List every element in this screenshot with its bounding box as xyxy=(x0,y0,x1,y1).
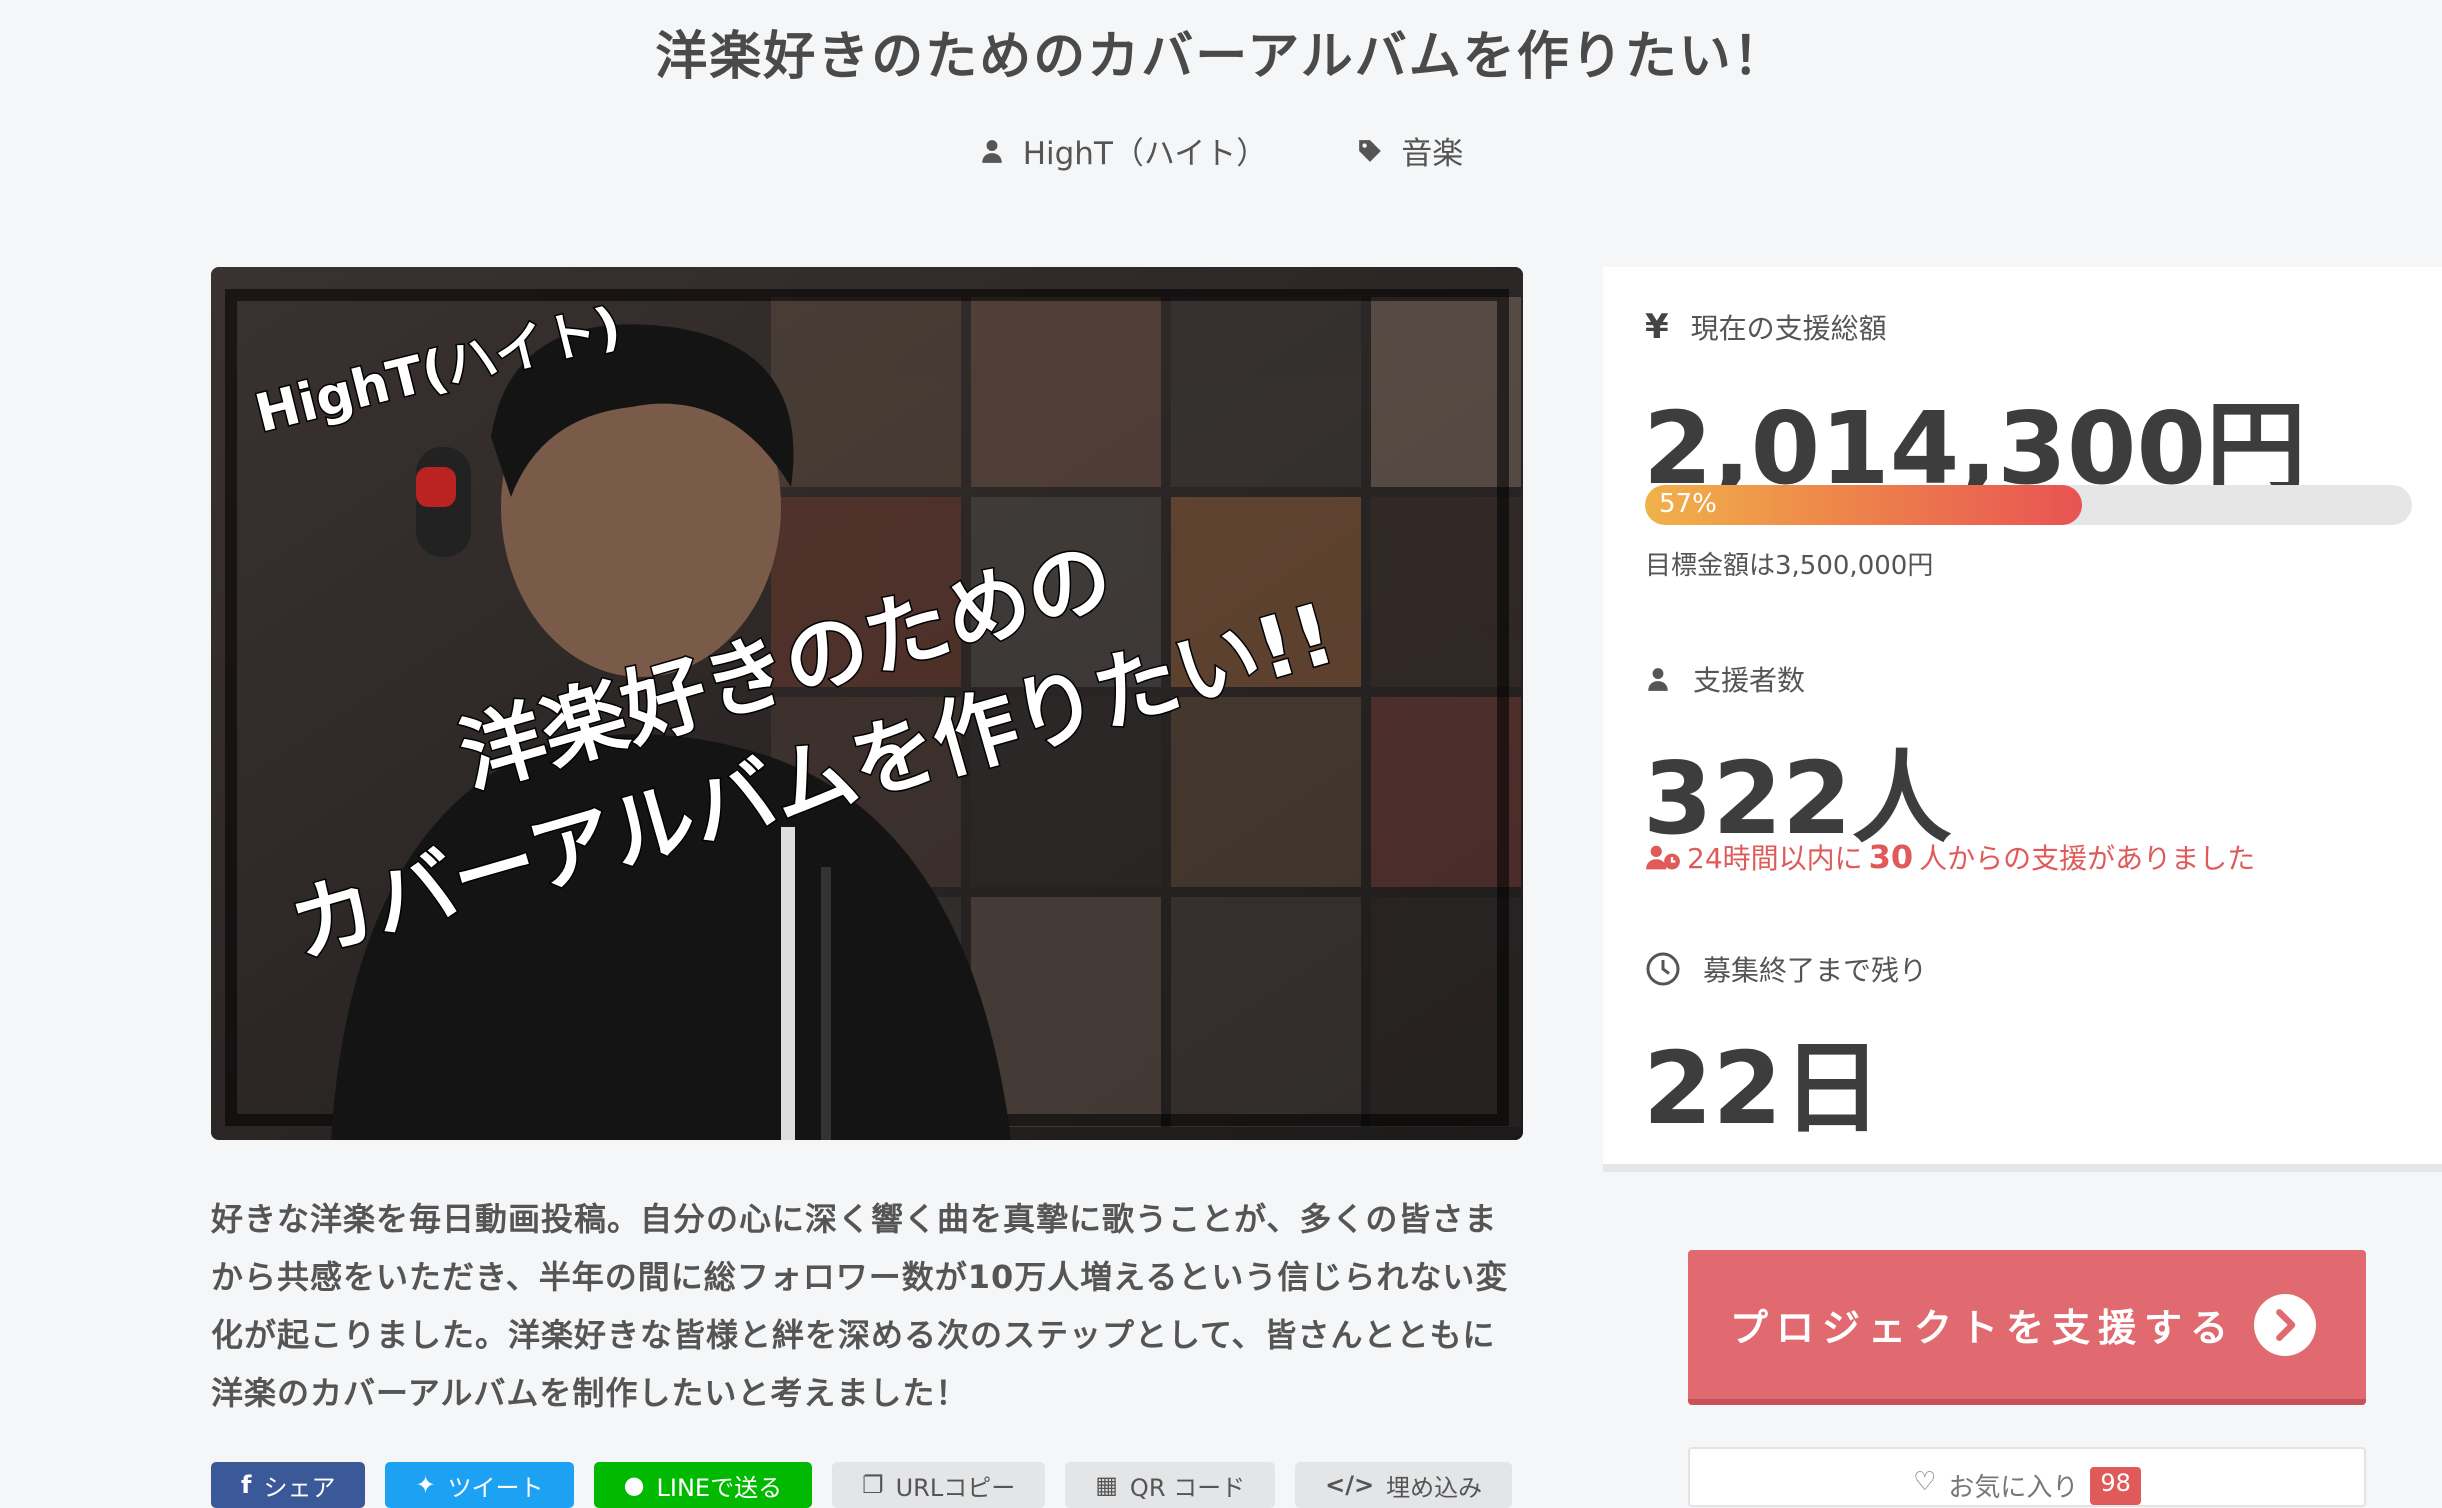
recent-count: 30 xyxy=(1868,838,1914,876)
favorite-label: お気に入り xyxy=(1948,1473,2079,1503)
line-share-button[interactable]: ● LINEで送る xyxy=(593,1462,813,1508)
project-hero-image: HighT(ハイト) 洋楽好きのための カバーアルバムを作りたい!! xyxy=(211,267,1523,1140)
user-icon xyxy=(1648,668,1668,691)
page-title: 洋楽好きのためのカバーアルバムを作りたい！ xyxy=(655,27,1787,87)
embed-label: 埋め込み xyxy=(1386,1473,1483,1502)
favorite-count: 98 xyxy=(2090,1467,2141,1505)
facebook-share-label: シェア xyxy=(263,1473,336,1502)
project-description: 好きな洋楽を毎日動画投稿。自分の心に深く響く曲を真摯に歌うことが、多くの皆さまか… xyxy=(211,1200,1509,1412)
user-icon xyxy=(981,139,1002,163)
supporters-label: 支援者数 xyxy=(1693,664,1806,697)
url-copy-button[interactable]: ❐ URLコピー xyxy=(832,1462,1046,1508)
yen-icon: ¥ xyxy=(1645,307,1669,347)
support-project-label: プロジェクトを支援する xyxy=(1730,1306,2237,1350)
chevron-right-circle-icon xyxy=(2254,1293,2316,1356)
qr-code-button[interactable]: ▦ QR コード xyxy=(1065,1462,1276,1508)
goal-amount: 目標金額は3,500,000円 xyxy=(1645,551,1934,581)
line-share-label: LINEで送る xyxy=(656,1473,783,1502)
category-link[interactable]: 音楽 xyxy=(1357,128,1463,173)
author-link[interactable]: HighT（ハイト） xyxy=(979,128,1268,173)
funding-progress-percent: 57% xyxy=(1659,489,1717,519)
qr-code-label: QR コード xyxy=(1129,1473,1246,1502)
code-icon: </> xyxy=(1325,1471,1375,1499)
remaining-label: 募集終了まで残り xyxy=(1703,954,1928,987)
amount-label-row: ¥ 現在の支援総額 xyxy=(1645,307,1887,347)
facebook-icon: f xyxy=(241,1471,252,1499)
facebook-share-button[interactable]: f シェア xyxy=(211,1462,366,1508)
favorite-button[interactable]: ♡ お気に入り 98 xyxy=(1688,1447,2366,1507)
heart-icon: ♡ xyxy=(1913,1467,1937,1497)
project-stats-panel: ¥ 現在の支援総額 2,014,300円 57% 目標金額は3,500,000円… xyxy=(1603,267,2442,1172)
copy-icon: ❐ xyxy=(862,1471,884,1499)
clock-icon xyxy=(1646,952,1680,986)
support-project-button[interactable]: プロジェクトを支援する xyxy=(1688,1250,2366,1405)
recent-suffix: 人からの支援がありました xyxy=(1919,842,2256,875)
twitter-icon: ✦ xyxy=(415,1471,436,1499)
remaining-value: 22日 xyxy=(1643,1030,1883,1147)
twitter-share-label: ツイート xyxy=(447,1473,544,1502)
embed-button[interactable]: </> 埋め込み xyxy=(1295,1462,1513,1508)
project-meta: HighT（ハイト） 音楽 xyxy=(0,128,2442,173)
category-name: 音楽 xyxy=(1401,136,1464,172)
tag-icon xyxy=(1359,139,1382,162)
qr-icon: ▦ xyxy=(1095,1471,1118,1499)
share-buttons: f シェア ✦ ツイート ● LINEで送る ❐ URLコピー ▦ QR コード… xyxy=(211,1462,1513,1508)
twitter-share-button[interactable]: ✦ ツイート xyxy=(385,1462,574,1508)
supporters-label-row: 支援者数 xyxy=(1645,659,1805,699)
url-copy-label: URLコピー xyxy=(895,1473,1016,1502)
author-name: HighT（ハイト） xyxy=(1022,136,1268,172)
recent-prefix: 24時間以内に xyxy=(1687,842,1863,875)
funding-progress-bar: 57% xyxy=(1645,485,2412,525)
line-icon: ● xyxy=(623,1471,645,1499)
user-clock-icon xyxy=(1646,845,1680,870)
amount-label: 現在の支援総額 xyxy=(1690,312,1887,345)
remaining-label-row: 募集終了まで残り xyxy=(1645,949,1927,989)
recent-support-notice: 24時間以内に 30 人からの支援がありました xyxy=(1645,837,2255,877)
